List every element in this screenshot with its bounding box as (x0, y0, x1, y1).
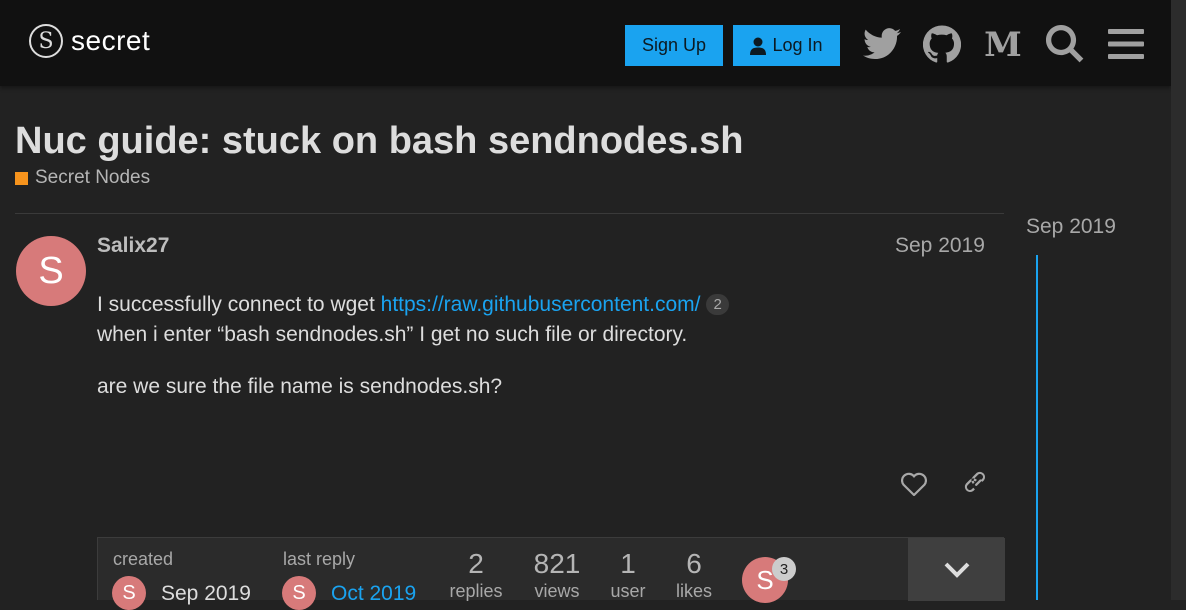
timeline-scroller[interactable] (1036, 255, 1038, 600)
last-reply-avatar[interactable]: S (282, 576, 316, 610)
participant-post-count: 3 (772, 557, 796, 581)
page-scrollbar[interactable] (1171, 0, 1186, 600)
log-in-label: Log In (772, 35, 823, 55)
like-button[interactable] (896, 466, 932, 502)
logo-text: secret (71, 25, 151, 56)
category-badge[interactable]: Secret Nodes (15, 167, 150, 189)
post-body: I successfully connect to wget https://r… (97, 290, 977, 402)
stat-users: 1 user (598, 548, 658, 602)
stat-users-count: 1 (620, 548, 636, 579)
logo-icon: S (29, 24, 63, 58)
topic-title[interactable]: Nuc guide: stuck on bash sendnodes.sh (15, 120, 743, 163)
category-name: Secret Nodes (35, 167, 151, 188)
stat-views: 821 views (518, 548, 596, 602)
created-date: Sep 2019 (161, 582, 251, 605)
topic-map: created S Sep 2019 last reply S Oct 2019… (97, 537, 1005, 610)
heart-icon (901, 472, 927, 496)
svg-text:M: M (984, 28, 1022, 60)
github-icon[interactable] (922, 24, 962, 64)
medium-icon[interactable]: M (983, 24, 1023, 64)
stat-views-count: 821 (533, 548, 581, 579)
chevron-down-icon (944, 562, 969, 578)
timeline-start-date[interactable]: Sep 2019 (1026, 215, 1116, 239)
post-paragraph-1: I successfully connect to wget https://r… (97, 290, 977, 350)
link-icon (964, 471, 986, 493)
post-line1-text: I successfully connect to wget (97, 293, 381, 316)
author-avatar[interactable]: S (16, 236, 86, 306)
sign-up-label: Sign Up (641, 35, 707, 55)
link-click-count: 2 (706, 294, 729, 315)
expand-topic-map-button[interactable] (908, 538, 1005, 601)
post-paragraph-2: are we sure the file name is sendnodes.s… (97, 375, 503, 398)
twitter-icon[interactable] (862, 24, 902, 64)
stat-likes: 6 likes (664, 548, 724, 602)
search-icon[interactable] (1045, 24, 1085, 64)
stat-likes-label: likes (675, 581, 712, 601)
title-divider (15, 213, 1004, 214)
stat-replies-label: replies (449, 581, 503, 601)
created-avatar[interactable]: S (112, 576, 146, 610)
post-date[interactable]: Sep 2019 (895, 234, 985, 258)
share-link-button[interactable] (959, 466, 995, 502)
user-icon (750, 37, 767, 55)
last-reply-label: last reply (283, 549, 356, 569)
last-reply-date[interactable]: Oct 2019 (331, 582, 416, 606)
created-label: created (113, 549, 174, 569)
stat-replies: 2 replies (436, 548, 516, 602)
log-in-button[interactable]: Log In (733, 25, 840, 66)
post-link[interactable]: https://raw.githubusercontent.com/ (381, 293, 701, 316)
sign-up-button[interactable]: Sign Up (625, 25, 723, 66)
stat-replies-count: 2 (468, 548, 484, 579)
stat-likes-count: 6 (686, 548, 702, 579)
site-header: S secret Sign Up Log In M (0, 0, 1171, 86)
post-username[interactable]: Salix27 (97, 234, 169, 258)
stat-users-label: user (610, 581, 646, 601)
hamburger-menu-icon[interactable] (1106, 24, 1146, 64)
post-line2-text: when i enter “bash sendnodes.sh” I get n… (97, 323, 688, 346)
site-logo[interactable]: S secret (29, 24, 150, 58)
stat-views-label: views (534, 581, 580, 601)
category-color-swatch (15, 171, 28, 185)
